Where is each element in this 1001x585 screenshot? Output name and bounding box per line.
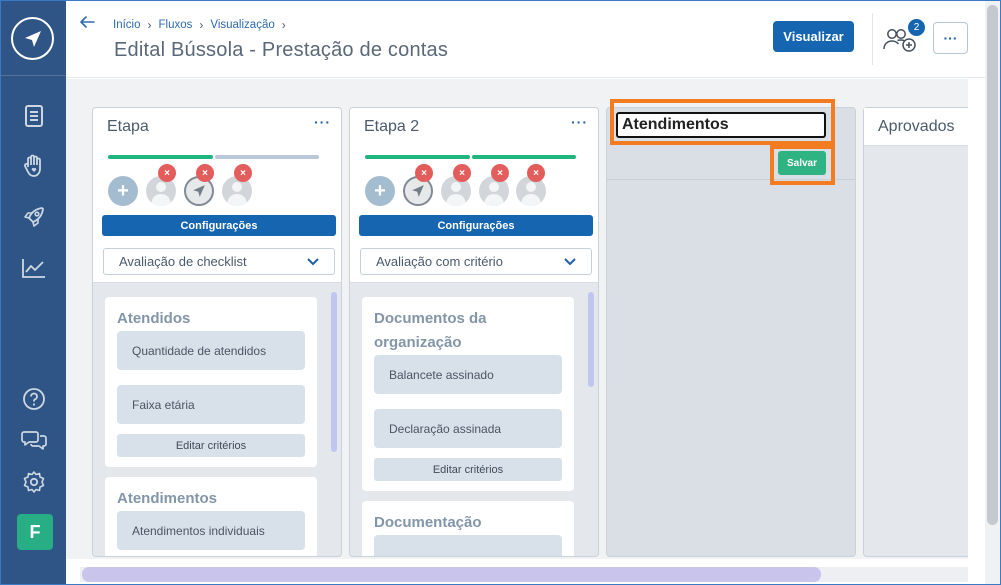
criteria-group-title: Documentos da organização	[374, 310, 487, 351]
page-vertical-scrollbar[interactable]	[985, 1, 1000, 584]
breadcrumb-fluxos[interactable]: Fluxos	[159, 19, 193, 31]
back-button[interactable]	[78, 15, 96, 34]
settings-icon	[23, 471, 44, 493]
stage-column: Etapa ··· + × × × Configurações Avaliaçã…	[92, 107, 342, 557]
remove-responsible-button[interactable]: ×	[415, 164, 433, 182]
remove-responsible-button[interactable]: ×	[491, 164, 509, 182]
help-icon	[22, 388, 45, 410]
stage-header: Etapa ··· + × × × Configurações Avaliaçã…	[93, 108, 341, 283]
flow-board: Etapa ··· + × × × Configurações Avaliaçã…	[66, 79, 968, 559]
sidebar-item-documents[interactable]	[1, 98, 66, 134]
sidebar-item-chat[interactable]	[1, 422, 66, 458]
stage-title: Aprovados	[878, 118, 955, 135]
remove-responsible-button[interactable]: ×	[196, 164, 214, 182]
add-responsible-button[interactable]: +	[108, 176, 138, 206]
progress-segment-done	[472, 155, 576, 159]
compass-arrow-icon	[412, 185, 424, 197]
criteria-group-card: Documentos da organização Balancete assi…	[362, 297, 574, 491]
page-header: Início › Fluxos › Visualização › Edital …	[66, 1, 985, 78]
visualizar-button[interactable]: Visualizar	[773, 21, 854, 52]
edit-criteria-button[interactable]: Editar critérios	[374, 458, 562, 481]
criterion-item[interactable]: Balancete assinado	[374, 355, 562, 394]
criterion-item[interactable]: Declaração assinada	[374, 409, 562, 448]
remove-responsible-button[interactable]: ×	[234, 164, 252, 182]
criterion-item[interactable]: Faixa etária	[117, 385, 305, 424]
add-responsible-button[interactable]: +	[365, 176, 395, 206]
configuracoes-button[interactable]: Configurações	[102, 215, 336, 236]
breadcrumb-separator: ›	[281, 18, 286, 32]
scrollbar-thumb[interactable]	[82, 567, 821, 582]
criteria-group-title: Atendidos	[117, 310, 191, 327]
breadcrumb-visualizacao[interactable]: Visualização	[210, 19, 274, 31]
sidebar-item-support[interactable]	[1, 148, 66, 184]
more-options-button[interactable]: ···	[933, 22, 968, 54]
chart-icon	[21, 259, 45, 278]
scrollbar-thumb[interactable]	[987, 5, 998, 525]
new-stage-column: Salvar	[606, 99, 856, 557]
configuracoes-button[interactable]: Configurações	[359, 215, 593, 236]
progress-segment-done	[365, 155, 470, 159]
evaluation-type-value: Avaliação de checklist	[119, 254, 247, 269]
edit-criteria-button[interactable]: Editar critérios	[117, 434, 305, 457]
evaluation-type-value: Avaliação com critério	[376, 254, 503, 269]
participants-count-badge: 2	[907, 18, 926, 37]
rocket-icon	[23, 207, 44, 227]
column-scrollbar[interactable]	[588, 292, 594, 387]
sidebar-divider	[1, 75, 66, 76]
stage-menu-button[interactable]: ···	[314, 114, 331, 130]
app-logo[interactable]	[11, 17, 54, 60]
criterion-item[interactable]: Atendimentos individuais	[117, 511, 305, 550]
remove-responsible-button[interactable]: ×	[158, 164, 176, 182]
breadcrumb: Início › Fluxos › Visualização ›	[113, 18, 293, 32]
stage-column: Etapa 2 ··· + × × × × Configurações Aval…	[349, 107, 599, 557]
breadcrumb-inicio[interactable]: Início	[113, 19, 141, 31]
hand-heart-icon	[23, 154, 41, 177]
sidebar: F	[1, 1, 66, 584]
page-title: Edital Bússola - Prestação de contas	[114, 39, 449, 61]
stage-name-input[interactable]	[616, 112, 826, 138]
salvar-button[interactable]: Salvar	[778, 151, 826, 175]
criteria-group-title: Documentação	[374, 514, 482, 531]
stage-header: Etapa 2 ··· + × × × × Configurações Aval…	[350, 108, 598, 283]
criteria-group-card: Atendimentos Atendimentos individuais	[105, 477, 317, 556]
evaluation-type-select[interactable]: Avaliação com critério	[360, 248, 592, 275]
criteria-group-card: Atendidos Quantidade de atendidos Faixa …	[105, 297, 317, 467]
criteria-group-card: Documentação	[362, 501, 574, 556]
stage-column: Aprovados	[863, 107, 968, 557]
user-avatar[interactable]: F	[17, 514, 53, 550]
chevron-down-icon	[564, 258, 576, 266]
breadcrumb-separator: ›	[147, 18, 152, 32]
sidebar-item-settings[interactable]	[1, 464, 66, 500]
column-scrollbar[interactable]	[331, 292, 337, 452]
sidebar-item-launch[interactable]	[1, 199, 66, 235]
criterion-item[interactable]	[374, 535, 562, 556]
stage-title: Etapa	[107, 118, 149, 135]
remove-responsible-button[interactable]: ×	[453, 164, 471, 182]
criteria-group-title: Atendimentos	[117, 490, 218, 507]
compass-arrow-icon	[24, 30, 41, 47]
progress-segment-pending	[215, 155, 319, 159]
document-icon	[24, 105, 43, 127]
stage-menu-button[interactable]: ···	[571, 114, 588, 130]
progress-segment-done	[108, 155, 213, 159]
board-horizontal-scrollbar[interactable]	[80, 567, 968, 582]
chevron-down-icon	[307, 258, 319, 266]
sidebar-item-help[interactable]	[1, 381, 66, 417]
stage-header: Aprovados	[864, 108, 968, 146]
evaluation-type-select[interactable]: Avaliação de checklist	[103, 248, 335, 275]
header-divider	[872, 13, 873, 65]
criterion-item[interactable]: Quantidade de atendidos	[117, 331, 305, 370]
chat-icon	[20, 431, 47, 450]
remove-responsible-button[interactable]: ×	[527, 164, 545, 182]
stage-title: Etapa 2	[364, 118, 420, 135]
sidebar-item-reports[interactable]	[1, 250, 66, 286]
breadcrumb-separator: ›	[199, 18, 204, 32]
compass-arrow-icon	[193, 185, 205, 197]
arrow-left-icon	[80, 16, 95, 28]
